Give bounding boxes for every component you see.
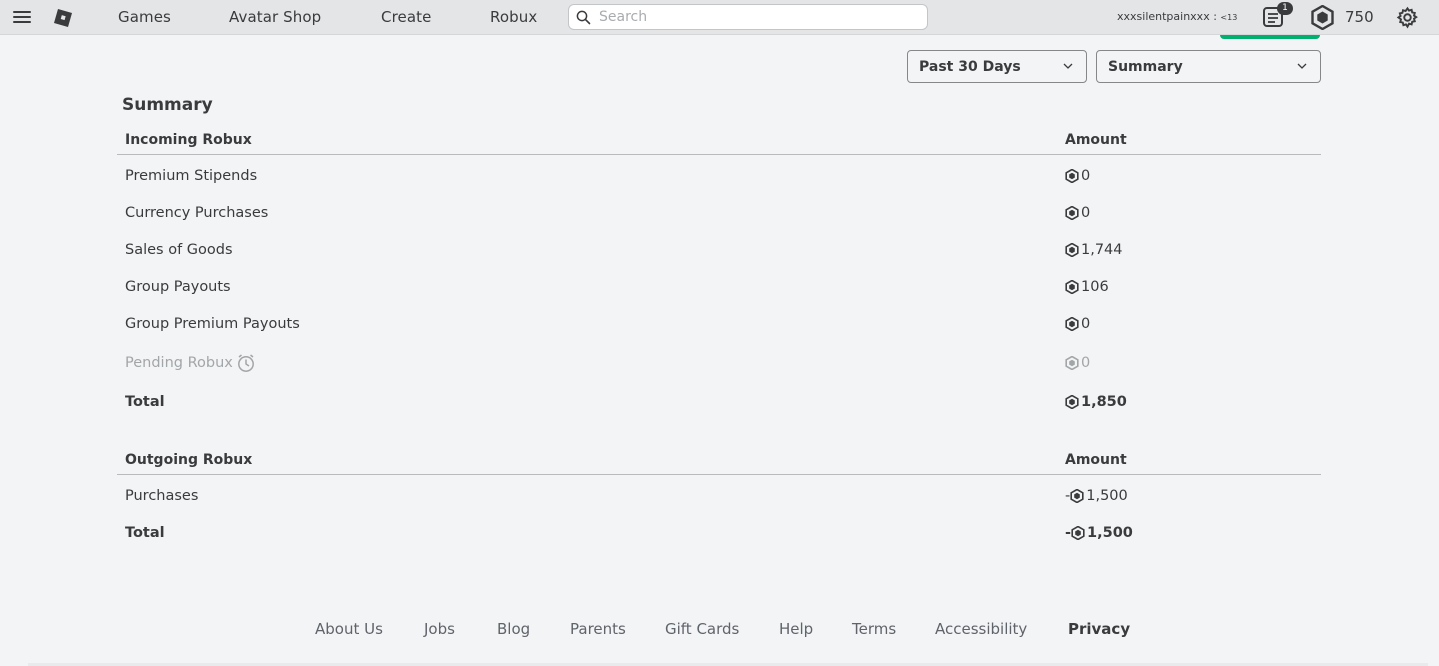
footer-link-accessibility[interactable]: Accessibility: [935, 620, 1027, 638]
amount-value: 1,500: [1087, 525, 1133, 541]
period-dropdown-label: Past 30 Days: [919, 59, 1021, 75]
table-row: Group Premium Payouts 0: [117, 316, 1321, 336]
table-row: Currency Purchases 0: [117, 205, 1321, 225]
roblox-logo-icon[interactable]: [54, 9, 72, 27]
robux-icon: [1065, 356, 1079, 370]
row-amount: 0: [1065, 168, 1090, 184]
robux-icon[interactable]: [1310, 5, 1335, 30]
username-text: xxxsilentpainxxx :: [1117, 10, 1217, 23]
robux-icon: [1065, 169, 1079, 183]
amount-value: 1,744: [1081, 242, 1123, 258]
robux-icon: [1065, 280, 1079, 294]
robux-icon: [1070, 489, 1084, 503]
row-label: Pending Robux: [125, 353, 256, 373]
footer-link-gift-cards[interactable]: Gift Cards: [665, 620, 739, 638]
robux-icon: [1065, 317, 1079, 331]
pending-label: Pending Robux: [125, 355, 233, 371]
nav-games[interactable]: Games: [118, 8, 171, 26]
table-row: Sales of Goods 1,744: [117, 242, 1321, 262]
row-label: Premium Stipends: [125, 168, 258, 184]
chevron-down-icon: [1297, 63, 1307, 69]
menu-icon[interactable]: [13, 10, 31, 24]
view-dropdown-label: Summary: [1108, 59, 1183, 75]
robux-icon: [1065, 395, 1079, 409]
total-amount: -1,500: [1065, 525, 1133, 541]
green-action-button-edge[interactable]: [1220, 35, 1320, 39]
gear-icon[interactable]: [1396, 6, 1419, 29]
table-row: Premium Stipends 0: [117, 168, 1321, 188]
amount-value: 0: [1081, 355, 1091, 371]
row-label: Purchases: [125, 488, 199, 504]
footer-link-help[interactable]: Help: [779, 620, 813, 638]
footer-link-about-us[interactable]: About Us: [315, 620, 383, 638]
total-amount: 1,850: [1065, 394, 1127, 410]
row-amount: 0: [1065, 316, 1090, 332]
row-amount: 0: [1065, 355, 1090, 371]
amount-value: 0: [1081, 205, 1091, 221]
search-input[interactable]: [599, 7, 919, 27]
chevron-down-icon: [1063, 63, 1073, 69]
amount-value: 1,500: [1086, 488, 1128, 504]
period-dropdown[interactable]: Past 30 Days: [907, 50, 1087, 83]
table-row: Group Payouts 106: [117, 279, 1321, 299]
notification-count-badge: 1: [1277, 2, 1293, 15]
robux-balance[interactable]: 750: [1345, 8, 1374, 26]
top-navigation-bar: Games Avatar Shop Create Robux xxxsilent…: [0, 0, 1439, 35]
row-label: Currency Purchases: [125, 205, 269, 221]
amount-value: 0: [1081, 316, 1091, 332]
amount-value: 1,850: [1081, 394, 1127, 410]
amount-value: 106: [1081, 279, 1109, 295]
search-icon: [576, 10, 591, 25]
row-label: Sales of Goods: [125, 242, 233, 258]
table-row: Purchases -1,500: [117, 488, 1321, 508]
clock-icon[interactable]: [236, 353, 256, 373]
amount-value: 0: [1081, 168, 1091, 184]
incoming-table-header: Incoming Robux Amount: [117, 131, 1321, 155]
view-dropdown[interactable]: Summary: [1096, 50, 1321, 83]
incoming-header-label: Incoming Robux: [125, 132, 252, 148]
total-label: Total: [125, 394, 165, 410]
outgoing-header-label: Outgoing Robux: [125, 452, 253, 468]
row-amount: 1,744: [1065, 242, 1123, 258]
total-label: Total: [125, 525, 165, 541]
pending-robux-row: Pending Robux 0: [117, 353, 1321, 375]
robux-icon: [1071, 526, 1085, 540]
outgoing-table-header: Outgoing Robux Amount: [117, 451, 1321, 475]
robux-icon: [1065, 206, 1079, 220]
row-label: Group Payouts: [125, 279, 231, 295]
row-amount: -1,500: [1065, 488, 1128, 504]
robux-icon: [1065, 243, 1079, 257]
row-amount: 0: [1065, 205, 1090, 221]
footer-link-parents[interactable]: Parents: [570, 620, 626, 638]
nav-create[interactable]: Create: [381, 8, 431, 26]
outgoing-total-row: Total -1,500: [117, 525, 1321, 545]
amount-header-label: Amount: [1065, 452, 1127, 468]
row-amount: 106: [1065, 279, 1109, 295]
nav-avatar-shop[interactable]: Avatar Shop: [229, 8, 321, 26]
incoming-total-row: Total 1,850: [117, 394, 1321, 414]
footer-link-terms[interactable]: Terms: [852, 620, 896, 638]
row-label: Group Premium Payouts: [125, 316, 300, 332]
footer-link-privacy[interactable]: Privacy: [1068, 620, 1130, 638]
username-label[interactable]: xxxsilentpainxxx : <13: [1117, 10, 1237, 23]
footer-link-blog[interactable]: Blog: [497, 620, 530, 638]
search-box[interactable]: [568, 4, 928, 30]
footer-link-jobs[interactable]: Jobs: [424, 620, 455, 638]
age-label: <13: [1220, 13, 1238, 22]
summary-title: Summary: [122, 95, 213, 115]
amount-header-label: Amount: [1065, 132, 1127, 148]
nav-robux[interactable]: Robux: [490, 8, 537, 26]
